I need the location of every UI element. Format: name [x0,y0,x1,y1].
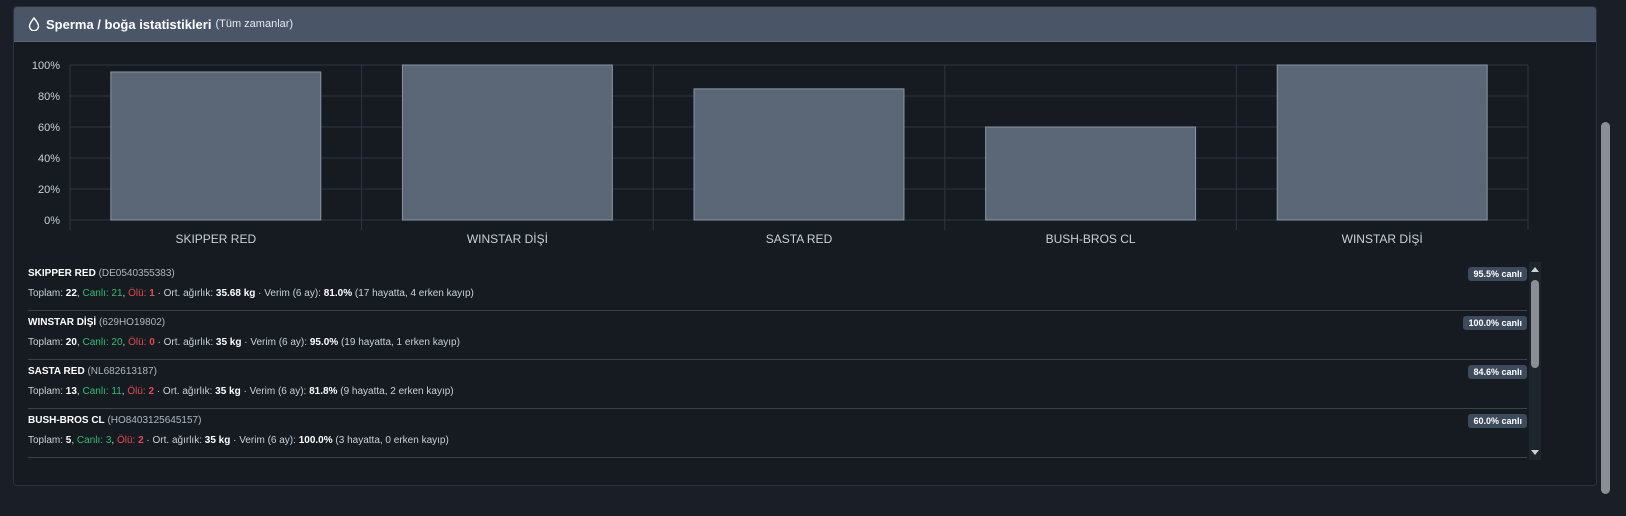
yield-value: 81.8% [309,386,338,397]
total-value: 5 [65,435,72,446]
scroll-up-arrow-icon[interactable] [1531,267,1539,272]
bull-stats-line: Toplam: 13, Canlı: 11, Ölü: 2 · Ort. ağı… [28,386,454,397]
avg-weight-value: 35.68 kg [215,288,256,299]
bull-name: WINSTAR DİŞİ [28,317,97,328]
alive-value: 21 [111,288,123,299]
card-subtitle: (Tüm zamanlar) [215,18,294,30]
bull-title-line: SASTA RED (NL682613187) [28,366,157,377]
y-tick-label: 0% [44,215,60,227]
x-tick-label: BUSH-BROS CL [1046,232,1136,246]
bull-code: (NL682613187) [87,366,157,377]
bull-stats-line: Toplam: 5, Canlı: 3, Ölü: 2 · Ort. ağırl… [28,435,449,446]
bar [1276,64,1488,221]
bull-code: (629HO19802) [98,317,166,328]
y-tick-label: 100% [32,60,60,72]
avg-weight-label: Ort. ağırlık: [152,435,202,446]
bar [985,126,1197,221]
yield-detail: (3 hayatta, 0 erken kayıp) [335,435,449,446]
bull-stats-line: Toplam: 20, Canlı: 20, Ölü: 0 · Ort. ağı… [28,337,460,348]
alive-value: 3 [105,435,112,446]
list-scrollbar[interactable] [1529,262,1541,460]
total-value: 20 [65,337,77,348]
card-header: Sperma / boğa istatistikleri (Tüm zamanl… [14,7,1596,42]
bull-name: BUSH-BROS CL [28,415,105,426]
dead-value: 0 [149,337,155,348]
sperm-bull-stats-card: Sperma / boğa istatistikleri (Tüm zamanl… [13,6,1597,486]
bull-title-line: WINSTAR DİŞİ (629HO19802) [28,317,165,328]
list-scrollbar-thumb[interactable] [1531,280,1539,368]
bar [693,88,905,221]
x-tick-label: SKIPPER RED [175,232,256,246]
dead-label: Ölü: [116,435,136,446]
dead-value: 2 [138,435,144,446]
avg-weight-label: Ort. ağırlık: [163,288,214,299]
total-label: Toplam: [28,288,64,299]
scroll-down-arrow-icon[interactable] [1531,450,1539,455]
total-value: 22 [65,288,77,299]
alive-rate-badge: 60.0% canlı [1468,414,1527,428]
alive-rate-badge: 100.0% canlı [1463,316,1527,330]
bull-title-line: BUSH-BROS CL (HO8403125645157) [28,415,201,426]
alive-rate-badge: 95.5% canlı [1468,267,1527,281]
y-tick-label: 20% [38,184,60,196]
y-tick-label: 80% [38,91,60,103]
list-item: SASTA RED (NL682613187) Toplam: 13, Canl… [28,360,1527,409]
y-tick-label: 60% [38,122,60,134]
avg-weight-label: Ort. ağırlık: [163,337,214,348]
total-label: Toplam: [28,337,64,348]
yield-label: Verim (6 ay): [250,337,308,348]
yield-label: Verim (6 ay): [249,386,307,397]
bull-title-line: SKIPPER RED (DE0540355383) [28,268,175,279]
yield-value: 95.0% [309,337,339,348]
dead-value: 1 [149,288,155,299]
total-label: Toplam: [28,435,64,446]
list-item: BUSH-BROS CL (HO8403125645157) Toplam: 5… [28,409,1527,458]
yield-label: Verim (6 ay): [239,435,296,446]
list-item: WINSTAR DİŞİ (629HO19802) Toplam: 20, Ca… [28,311,1527,360]
bull-code: (DE0540355383) [98,268,175,279]
yield-value: 100.0% [298,435,333,446]
alive-value: 11 [111,386,122,397]
alive-label: Canlı: [82,288,109,299]
y-tick-label: 40% [38,153,60,165]
yield-detail: (17 hayatta, 4 erken kayıp) [354,288,474,299]
yield-detail: (19 hayatta, 1 erken kayıp) [340,337,460,348]
yield-label: Verim (6 ay): [264,288,321,299]
dead-value: 2 [148,386,155,397]
yield-value: 81.0% [323,288,353,299]
avg-weight-label: Ort. ağırlık: [162,386,213,397]
dead-label: Ölü: [128,288,147,299]
bar [401,64,613,221]
bar [110,71,322,221]
dead-label: Ölü: [128,337,147,348]
yield-detail: (9 hayatta, 2 erken kayıp) [340,386,454,397]
dead-label: Ölü: [127,386,146,397]
total-value: 13 [65,386,77,397]
x-tick-label: WINSTAR DİŞİ [1342,232,1423,246]
alive-label: Canlı: [82,337,109,348]
bull-stats-line: Toplam: 22, Canlı: 21, Ölü: 1 · Ort. ağı… [28,288,474,299]
x-tick-label: SASTA RED [766,232,833,246]
alive-rate-badge: 84.6% canlı [1468,365,1527,379]
alive-label: Canlı: [76,435,104,446]
bull-stats-list: SKIPPER RED (DE0540355383) Toplam: 22, C… [28,262,1527,460]
alive-label: Canlı: [82,386,109,397]
alive-value: 20 [111,337,123,348]
page-scrollbar-thumb[interactable] [1601,122,1610,494]
total-label: Toplam: [28,386,64,397]
bull-name: SASTA RED [28,366,85,377]
x-tick-label: WINSTAR DİŞİ [467,232,548,246]
list-item: SKIPPER RED (DE0540355383) Toplam: 22, C… [28,262,1527,311]
card-title: Sperma / boğa istatistikleri [46,16,212,32]
avg-weight-value: 35 kg [215,386,241,397]
bull-name: SKIPPER RED [28,268,96,279]
bull-survival-bar-chart: 0% 20% 40% 60% 80% 100% SKIPPER RED WINSTAR DİŞ… [32,60,1529,246]
avg-weight-value: 35 kg [215,337,242,348]
avg-weight-value: 35 kg [204,435,231,446]
droplet-icon [28,17,40,31]
bull-code: (HO8403125645157) [107,415,202,426]
